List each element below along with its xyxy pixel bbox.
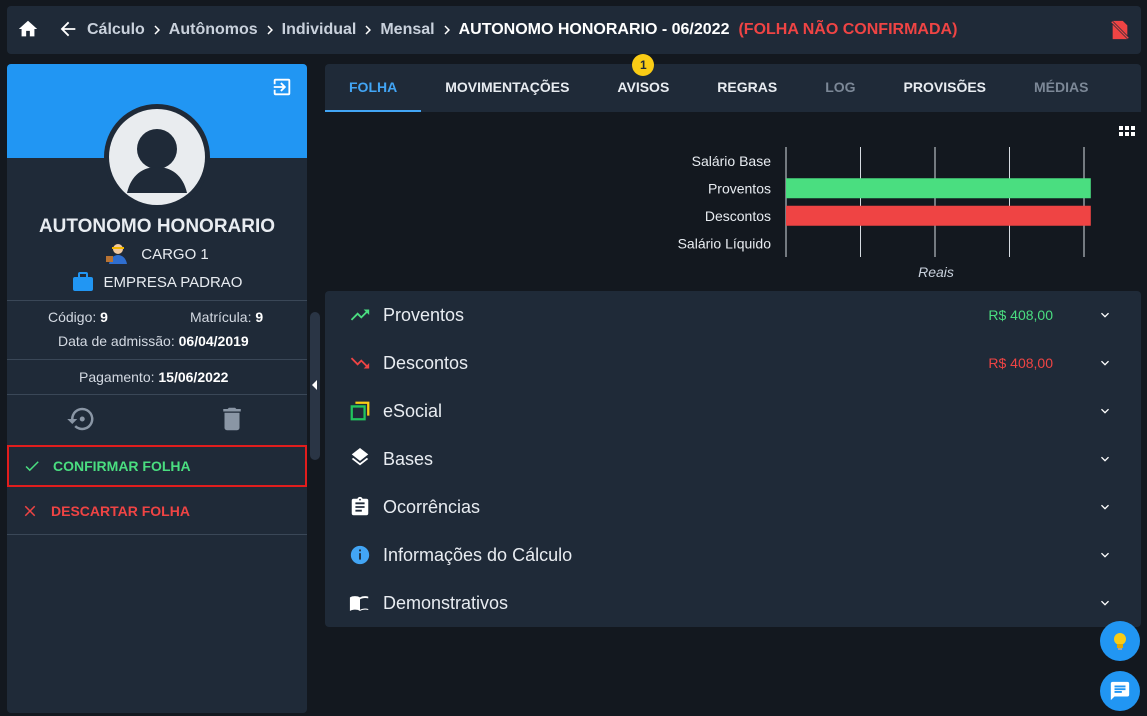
restore-icon[interactable] xyxy=(66,404,96,434)
chart-bar xyxy=(786,205,1091,226)
codigo-field: Código: 9 xyxy=(48,309,108,325)
tab-provisoes[interactable]: PROVISÕES xyxy=(880,64,1010,112)
trending-up-icon xyxy=(350,309,370,321)
section-label: Informações do Cálculo xyxy=(383,544,573,565)
section-proventos[interactable]: Proventos R$ 408,00 xyxy=(325,291,1141,339)
chart-bar xyxy=(786,178,1091,199)
status-badge: (FOLHA NÃO CONFIRMADA) xyxy=(738,21,958,38)
chevron-right-icon xyxy=(444,25,450,35)
chevron-down-icon[interactable] xyxy=(1097,499,1113,515)
matricula-field: Matrícula: 9 xyxy=(190,309,264,325)
tips-button[interactable] xyxy=(1100,621,1140,661)
section-label: Demonstrativos xyxy=(383,592,509,613)
home-icon[interactable] xyxy=(17,18,39,40)
chat-button[interactable] xyxy=(1100,671,1140,711)
top-bar: Cálculo Autônomos Individual Mensal AUTO… xyxy=(7,6,1141,54)
section-ocorrencias[interactable]: Ocorrências xyxy=(325,483,1141,531)
lightbulb-icon xyxy=(1114,633,1126,650)
tab-avisos[interactable]: AVISOS 1 xyxy=(593,54,693,112)
section-demonstrativos[interactable]: Demonstrativos xyxy=(325,579,1141,627)
divider xyxy=(7,300,307,301)
clipboard-icon xyxy=(351,496,369,516)
breadcrumb-item-individual[interactable]: Individual xyxy=(282,21,357,39)
chart-category-label: Descontos xyxy=(705,208,771,224)
breadcrumb-item-calculo[interactable]: Cálculo xyxy=(87,21,145,39)
chart-axis-label: Reais xyxy=(918,264,954,280)
section-esocial[interactable]: eSocial xyxy=(325,387,1141,435)
chevron-down-icon[interactable] xyxy=(1097,451,1113,467)
section-value: R$ 408,00 xyxy=(988,355,1053,371)
tab-medias[interactable]: MÉDIAS xyxy=(1010,64,1112,112)
info-icon xyxy=(350,545,370,565)
chevron-down-icon[interactable] xyxy=(1097,595,1113,611)
chart-category-label: Salário Base xyxy=(692,153,772,169)
briefcase-icon xyxy=(72,272,93,291)
chevron-down-icon[interactable] xyxy=(1097,307,1113,323)
divider xyxy=(7,359,307,360)
section-value: R$ 408,00 xyxy=(988,307,1053,323)
breadcrumb-item-mensal[interactable]: Mensal xyxy=(380,21,434,39)
chevron-right-icon xyxy=(365,25,372,35)
avatar xyxy=(104,104,210,210)
user-silhouette-icon xyxy=(127,129,187,193)
discard-sheet-button[interactable]: DESCARTAR FOLHA xyxy=(7,490,307,532)
book-icon xyxy=(349,596,369,611)
divider xyxy=(7,534,307,535)
summary-chart: Salário Base Proventos Descontos Salário Lí… xyxy=(325,112,1141,290)
empresa-row: EMPRESA PADRAO xyxy=(7,272,307,292)
chart-category-label: Salário Líquido xyxy=(678,235,772,251)
employee-panel: AUTONOMO HONORARIO CARGO 1 EMPRESA PADRA… xyxy=(7,64,307,713)
exit-icon[interactable] xyxy=(271,76,293,98)
cancel-document-icon[interactable] xyxy=(1109,19,1131,41)
chat-icon xyxy=(1110,681,1130,701)
worker-icon xyxy=(106,244,128,264)
breadcrumb-item-autonomos[interactable]: Autônomos xyxy=(169,21,258,39)
esocial-icon xyxy=(350,401,370,421)
chevron-right-icon xyxy=(267,25,273,35)
bar-chart: Salário Base Proventos Descontos Salário Lí… xyxy=(678,147,1091,280)
notification-badge: 1 xyxy=(632,54,655,76)
employee-name: AUTONOMO HONORARIO xyxy=(38,216,276,237)
section-label: eSocial xyxy=(383,400,443,421)
cargo-row: CARGO 1 xyxy=(7,242,307,266)
confirm-sheet-label: CONFIRMAR FOLHA xyxy=(53,458,191,474)
tab-folha[interactable]: FOLHA xyxy=(325,64,422,112)
section-label: Descontos xyxy=(383,352,469,373)
divider xyxy=(7,394,307,395)
chevron-right-icon xyxy=(154,25,160,35)
section-bases[interactable]: Bases xyxy=(325,435,1141,483)
discard-sheet-label: DESCARTAR FOLHA xyxy=(51,503,190,519)
tab-movimentacoes[interactable]: MOVIMENTAÇÕES xyxy=(421,64,593,112)
check-icon xyxy=(25,461,39,472)
layers-icon xyxy=(351,448,369,466)
tab-regras[interactable]: REGRAS xyxy=(693,64,801,112)
section-informacoes[interactable]: Informações do Cálculo xyxy=(325,531,1141,579)
trash-icon[interactable] xyxy=(217,404,247,434)
calc-sections: Proventos R$ 408,00 Descontos R$ 408,00 … xyxy=(325,291,1141,627)
cargo-label: CARGO 1 xyxy=(141,245,209,263)
empresa-label: EMPRESA PADRAO xyxy=(103,273,243,291)
chart-category-label: Proventos xyxy=(708,180,771,196)
section-label: Ocorrências xyxy=(383,496,481,517)
breadcrumb: Cálculo Autônomos Individual Mensal AUTO… xyxy=(87,6,957,54)
confirm-sheet-button[interactable]: CONFIRMAR FOLHA xyxy=(7,445,307,487)
admissao-field: Data de admissão: 06/04/2019 xyxy=(58,333,249,349)
section-label: Bases xyxy=(383,448,434,469)
grid-view-icon[interactable] xyxy=(1119,126,1135,142)
chevron-down-icon[interactable] xyxy=(1097,355,1113,371)
back-arrow-icon[interactable] xyxy=(57,18,79,40)
chevron-left-icon[interactable] xyxy=(311,380,319,390)
page-title: AUTONOMO HONORARIO - 06/2022 xyxy=(458,21,730,38)
trending-down-icon xyxy=(350,357,370,369)
pagamento-field: Pagamento: 15/06/2022 xyxy=(79,369,229,385)
section-label: Proventos xyxy=(383,304,465,325)
chevron-down-icon[interactable] xyxy=(1097,403,1113,419)
close-icon xyxy=(24,505,36,517)
tab-log[interactable]: LOG xyxy=(801,64,879,112)
tab-bar: FOLHA MOVIMENTAÇÕES AVISOS 1 REGRAS LOG P… xyxy=(325,54,1141,112)
chevron-down-icon[interactable] xyxy=(1097,547,1113,563)
section-descontos[interactable]: Descontos R$ 408,00 xyxy=(325,339,1141,387)
